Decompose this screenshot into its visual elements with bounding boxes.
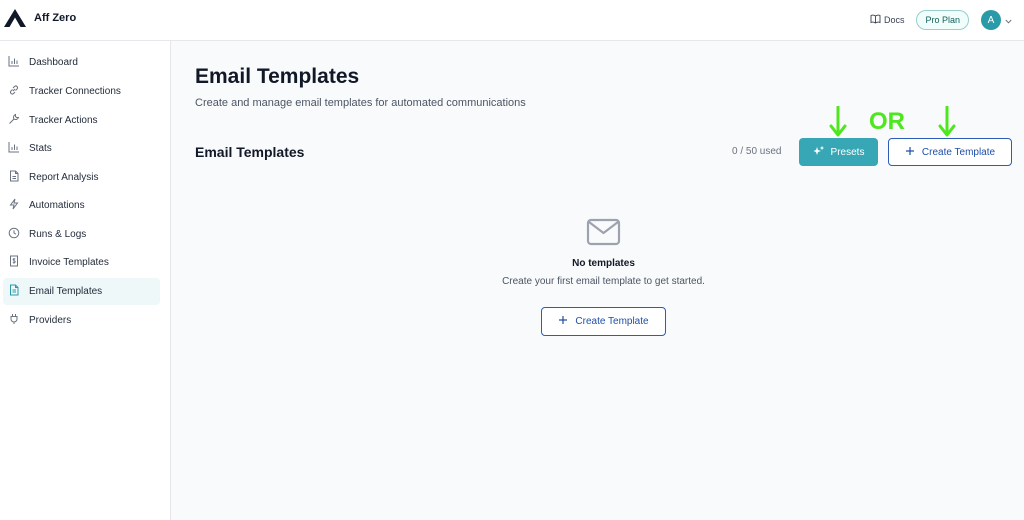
sidebar-item-label: Automations <box>29 200 85 211</box>
top-right-actions: Docs Pro Plan A <box>870 9 1012 31</box>
docs-link[interactable]: Docs <box>870 14 905 26</box>
document-icon <box>8 169 20 187</box>
sidebar-item-tracker-connections[interactable]: Tracker Connections <box>3 78 160 105</box>
sidebar-item-email-templates[interactable]: Email Templates <box>3 278 160 305</box>
sidebar-item-report-analysis[interactable]: Report Analysis <box>3 164 160 191</box>
link-icon <box>8 83 20 101</box>
create-template-button[interactable]: Create Template <box>888 138 1012 166</box>
sidebar-item-label: Email Templates <box>29 286 103 297</box>
wrench-icon <box>8 112 20 130</box>
section-title: Email Templates <box>195 144 305 160</box>
sidebar-item-label: Report Analysis <box>29 172 99 183</box>
sidebar-item-label: Tracker Actions <box>29 115 98 126</box>
create-template-label: Create Template <box>921 146 996 158</box>
sidebar-item-automations[interactable]: Automations <box>3 192 160 219</box>
bar-chart-icon <box>8 54 20 72</box>
empty-state-title: No templates <box>572 258 635 269</box>
main-content: Email Templates Create and manage email … <box>171 41 1024 520</box>
document-text-icon <box>8 283 20 301</box>
brand-name: Aff Zero <box>34 12 77 24</box>
clock-icon <box>8 226 20 244</box>
page-subtitle: Create and manage email templates for au… <box>195 97 526 109</box>
docs-label: Docs <box>883 15 905 25</box>
sparkles-icon <box>813 145 831 160</box>
sidebar-item-providers[interactable]: Providers <box>3 307 160 334</box>
create-template-label: Create Template <box>575 316 649 327</box>
plan-badge[interactable]: Pro Plan <box>916 10 969 30</box>
bar-chart-icon <box>8 140 20 158</box>
sidebar-item-stats[interactable]: Stats <box>3 135 160 162</box>
sidebar-item-label: Invoice Templates <box>29 257 109 268</box>
sidebar-item-label: Dashboard <box>29 57 78 68</box>
sidebar-item-label: Tracker Connections <box>29 86 121 97</box>
sidebar-item-dashboard[interactable]: Dashboard <box>3 49 160 76</box>
annotation-or-label: OR <box>869 108 905 135</box>
presets-label: Presets <box>830 146 865 158</box>
envelope-icon <box>586 217 621 252</box>
usage-counter: 0 / 50 used <box>732 146 782 157</box>
plus-icon <box>558 315 575 328</box>
dollar-document-icon <box>8 254 20 272</box>
plug-icon <box>8 312 20 330</box>
avatar[interactable]: A <box>981 10 1001 30</box>
top-bar: Aff Zero Docs Pro Plan A <box>0 0 1024 41</box>
lightning-icon <box>8 197 20 215</box>
page-title: Email Templates <box>195 65 360 88</box>
chevron-down-icon[interactable] <box>1005 11 1012 29</box>
sidebar-item-runs-logs[interactable]: Runs & Logs <box>3 221 160 248</box>
sidebar-item-label: Runs & Logs <box>29 229 87 240</box>
sidebar-item-label: Providers <box>29 315 72 326</box>
sidebar-item-tracker-actions[interactable]: Tracker Actions <box>3 107 160 134</box>
sidebar-item-label: Stats <box>29 143 52 154</box>
brand[interactable]: Aff Zero <box>3 8 76 28</box>
sidebar: Dashboard Tracker Connections Tracker Ac… <box>0 41 171 520</box>
presets-button[interactable]: Presets <box>799 138 878 166</box>
book-open-icon <box>870 14 884 26</box>
empty-state-description: Create your first email template to get … <box>502 276 705 287</box>
sidebar-item-invoice-templates[interactable]: Invoice Templates <box>3 249 160 276</box>
plus-icon <box>905 146 922 159</box>
empty-create-template-button[interactable]: Create Template <box>541 307 666 336</box>
brand-logo-icon <box>3 8 27 28</box>
